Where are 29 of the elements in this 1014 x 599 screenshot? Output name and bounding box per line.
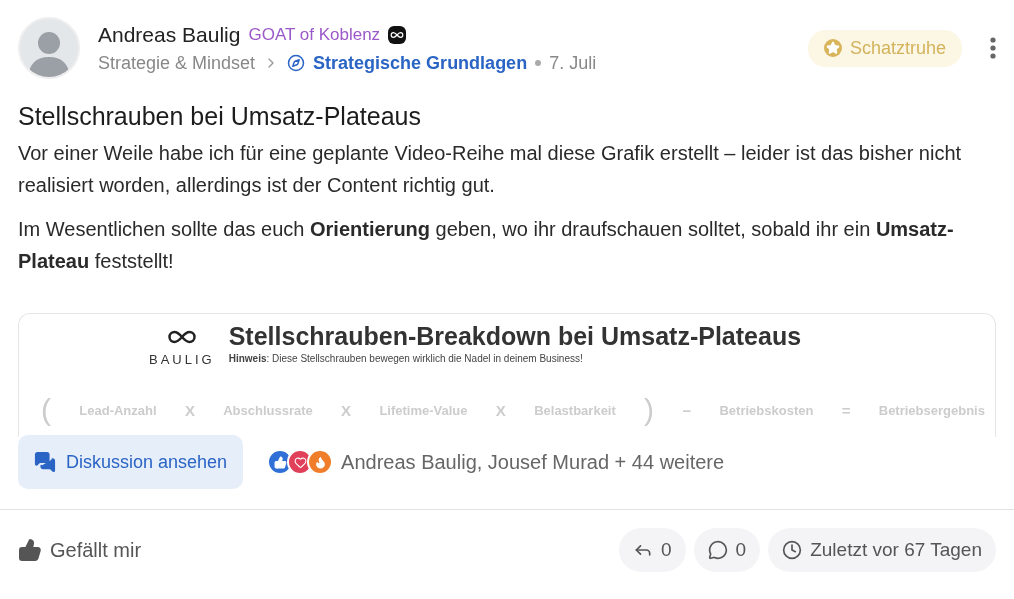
more-icon[interactable] (990, 37, 996, 59)
infographic-title: Stellschrauben-Breakdown bei Umsatz-Plateaus (228, 322, 802, 351)
comment-button[interactable]: 0 (693, 528, 761, 572)
author-title: GOAT of Koblenz (248, 24, 381, 45)
compass-icon (287, 54, 306, 72)
post-paragraph: Im Wesentlichen sollte das euch Orientierung geben, wo ihr draufschauen solltet, sobald ihr ein Umsatz-Plateau feststellt! (18, 217, 955, 274)
infographic-hint: Hinweis: Diese Stellschrauben bewegen wirklich die Nadel in deinem Business! (228, 353, 584, 364)
discussion-button[interactable]: Diskussion ansehen (18, 435, 244, 489)
bracket-symbol: ( (41, 393, 51, 427)
post-paragraph: Vor einer Weile habe ich für eine geplante Video-Reihe mal diese Grafik erstellt – leider ist das bisher nicht realisiert worden, allerdings ist der Content richtig gut. (18, 141, 963, 198)
comment-icon (707, 540, 728, 560)
chat-bubbles-icon (34, 451, 56, 473)
clock-icon (782, 540, 803, 560)
like-button[interactable]: Gefällt mir (18, 538, 142, 562)
thumbs-up-icon (18, 538, 42, 562)
shield-icon (388, 25, 407, 44)
bracket-symbol: ) (644, 393, 655, 427)
reply-button[interactable]: 0 (619, 528, 686, 572)
category-link[interactable]: Strategie & Mindset (98, 52, 256, 74)
reactions-text[interactable]: Andreas Baulig, Jousef Murad + 44 weitere (341, 450, 725, 474)
flame-icon (307, 449, 334, 475)
post-date: 7. Juli (549, 52, 597, 74)
subcategory-link[interactable]: Strategische Grundlagen (313, 52, 528, 74)
post-title: Stellschrauben bei Umsatz-Plateaus (18, 102, 422, 131)
operator-symbol: = (841, 401, 851, 419)
logo-text: BAULIG (149, 352, 215, 367)
operator-symbol: − (682, 401, 692, 419)
author-name[interactable]: Andreas Baulig (98, 22, 241, 47)
last-activity[interactable]: Zuletzt vor 67 Tagen (768, 528, 996, 572)
